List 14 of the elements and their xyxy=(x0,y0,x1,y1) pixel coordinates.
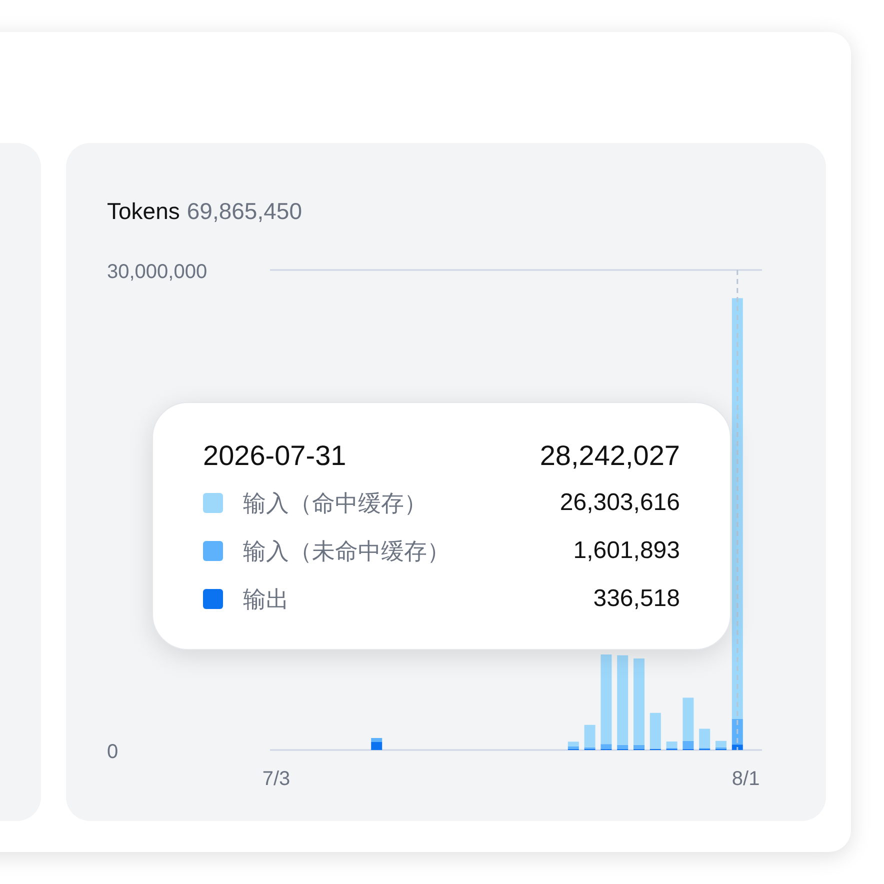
x-axis-label: 8/1 xyxy=(732,768,760,790)
x-axis-label: 7/3 xyxy=(262,768,290,790)
series-value: 1,601,893 xyxy=(573,537,680,565)
chart-title: Tokens xyxy=(107,198,180,225)
tooltip-date: 2026-07-31 xyxy=(203,440,346,472)
series-label: 输出 xyxy=(243,586,290,614)
series-label: 输入（未命中缓存） xyxy=(243,538,451,566)
chart-total: 69,865,450 xyxy=(186,198,302,225)
series-value: 26,303,616 xyxy=(560,489,680,517)
y-axis-label: 0 xyxy=(107,741,118,763)
series-value: 336,518 xyxy=(593,585,680,613)
y-axis-label: 30,000,000 xyxy=(107,261,208,283)
tooltip-total: 28,242,027 xyxy=(540,440,680,472)
series-label: 输入（命中缓存） xyxy=(243,490,428,518)
